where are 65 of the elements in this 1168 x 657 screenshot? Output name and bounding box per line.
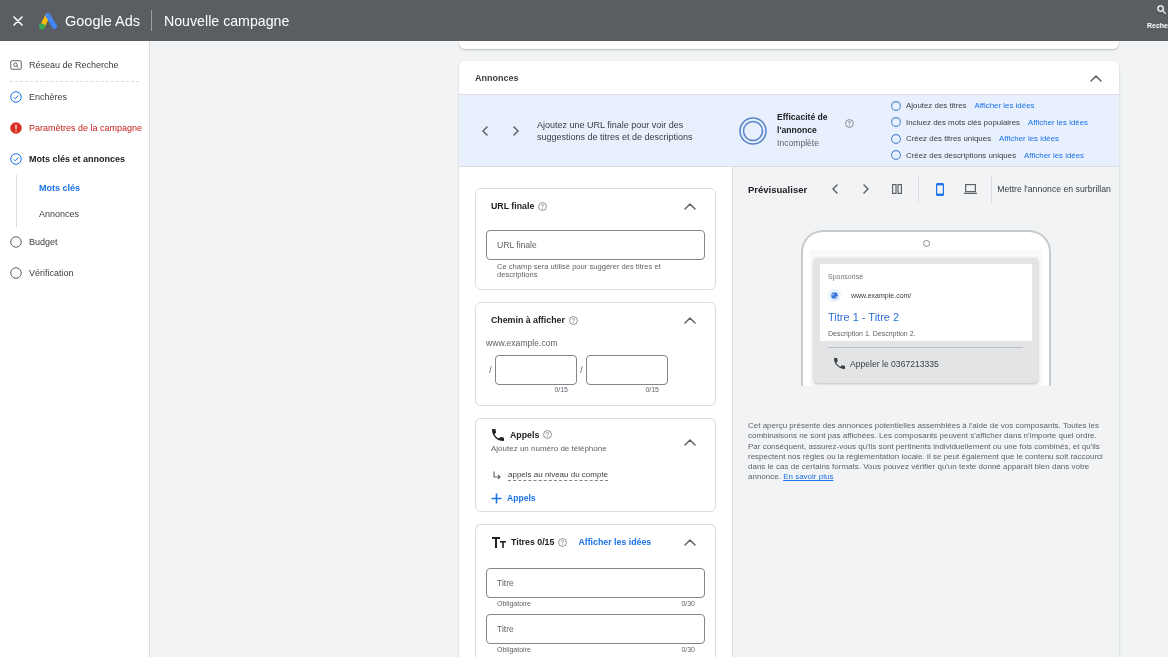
phone-icon	[492, 428, 504, 441]
card-title: URL finale	[491, 201, 535, 211]
sidebar-subitem[interactable]: Mots clés	[39, 174, 149, 201]
search-icon	[1157, 5, 1166, 14]
sidebar-item[interactable]: Budget	[0, 226, 149, 258]
columns-icon[interactable]	[892, 184, 903, 194]
headline-input[interactable]: Titre	[486, 568, 705, 598]
collapse-icon[interactable]	[1090, 73, 1102, 82]
card-title: Appels	[510, 429, 540, 440]
call-text: Appeler le 0367213335	[850, 358, 939, 369]
check-circle-icon	[10, 91, 22, 103]
card-title: Chemin à afficher	[491, 315, 565, 325]
check-circle-icon	[10, 153, 22, 165]
sidebar-item[interactable]: Paramètres de la campagne	[0, 112, 149, 144]
sidebar-subitem[interactable]: Annonces	[39, 200, 149, 227]
account-calls-link[interactable]: appels au niveau du compte	[508, 469, 609, 481]
add-call-button[interactable]: Appels	[491, 492, 536, 504]
show-ideas-link[interactable]: Afficher les idées	[578, 537, 652, 547]
campaign-type-label: Réseau de Recherche	[29, 60, 119, 70]
chevron-left-icon[interactable]	[482, 125, 488, 136]
path-separator: /	[579, 365, 584, 375]
plus-icon	[491, 492, 502, 504]
arrow-icon	[493, 470, 501, 480]
text-size-icon	[492, 536, 506, 548]
banner-message: Ajoutez une URL finale pour voir des suggestions de titres et de descriptions	[537, 118, 694, 143]
ad-headline: Titre 1 - Titre 2	[828, 310, 901, 324]
url-input[interactable]: URL finale	[486, 230, 705, 260]
empty-circle-icon	[10, 236, 22, 248]
empty-circle-icon	[10, 267, 22, 279]
card-subtitle: Ajoutez un numéro de téléphone	[491, 443, 607, 455]
chevron-left-icon[interactable]	[832, 184, 839, 194]
laptop-icon[interactable]	[964, 184, 978, 194]
strength-status: Incomplète	[777, 137, 821, 150]
path-separator: /	[488, 365, 493, 375]
collapse-icon[interactable]	[684, 202, 696, 210]
preview-title: Prévisualiser	[748, 183, 808, 195]
domain-text: www.example.com	[486, 337, 559, 349]
sidebar-item[interactable]: Enchères	[0, 81, 149, 113]
mobile-icon[interactable]	[936, 182, 945, 196]
phone-icon	[834, 358, 845, 369]
headline-input[interactable]: Titre	[486, 614, 705, 644]
close-icon[interactable]	[13, 15, 23, 26]
sidebar-item[interactable]: Mots clés et annonces	[0, 143, 149, 175]
learn-more-link[interactable]: En savoir plus	[783, 472, 834, 482]
path-input[interactable]	[586, 355, 668, 385]
collapse-icon[interactable]	[684, 538, 696, 546]
highlight-ad-label[interactable]: Mettre l'annonce en surbrillan	[997, 184, 1111, 194]
chevron-right-icon[interactable]	[513, 125, 519, 136]
chevron-right-icon[interactable]	[863, 184, 870, 194]
logo-icon	[38, 11, 58, 30]
collapse-icon[interactable]	[684, 438, 696, 446]
strength-title: Efficacité de l'annonce	[777, 111, 829, 137]
preview-disclaimer: Cet aperçu présente des annonces potentielles assemblées à l'aide de vos composants. Toutes les combinaisons ne sont pas affichées. Les composants peuvent s'afficher dans n'importe quel ordre. Par conséquent, assurez-vous qu'ils sont pertinents individuellement ou une fois combinés, et qu'ils respectent nos règles ou la réglementation locale. Il se peut également que le contenu soit raccourci dans le cas de certains formats. Vous pouvez vérifier qu'un texte donné apparaît bien dans votre annonce. En savoir plus	[748, 421, 1104, 483]
camera-icon	[922, 240, 930, 247]
section-title: Annonces	[475, 72, 519, 83]
ring-icon	[739, 116, 767, 145]
error-icon	[10, 122, 22, 134]
product-name: Google Ads	[65, 12, 140, 29]
card-title: Titres 0/15	[511, 537, 555, 547]
search-box-icon	[10, 59, 22, 71]
collapse-icon[interactable]	[684, 316, 696, 324]
sidebar-item[interactable]: Vérification	[0, 257, 149, 289]
globe-icon	[828, 289, 841, 302]
page-title: Nouvelle campagne	[164, 12, 290, 29]
path-input[interactable]	[495, 355, 577, 385]
